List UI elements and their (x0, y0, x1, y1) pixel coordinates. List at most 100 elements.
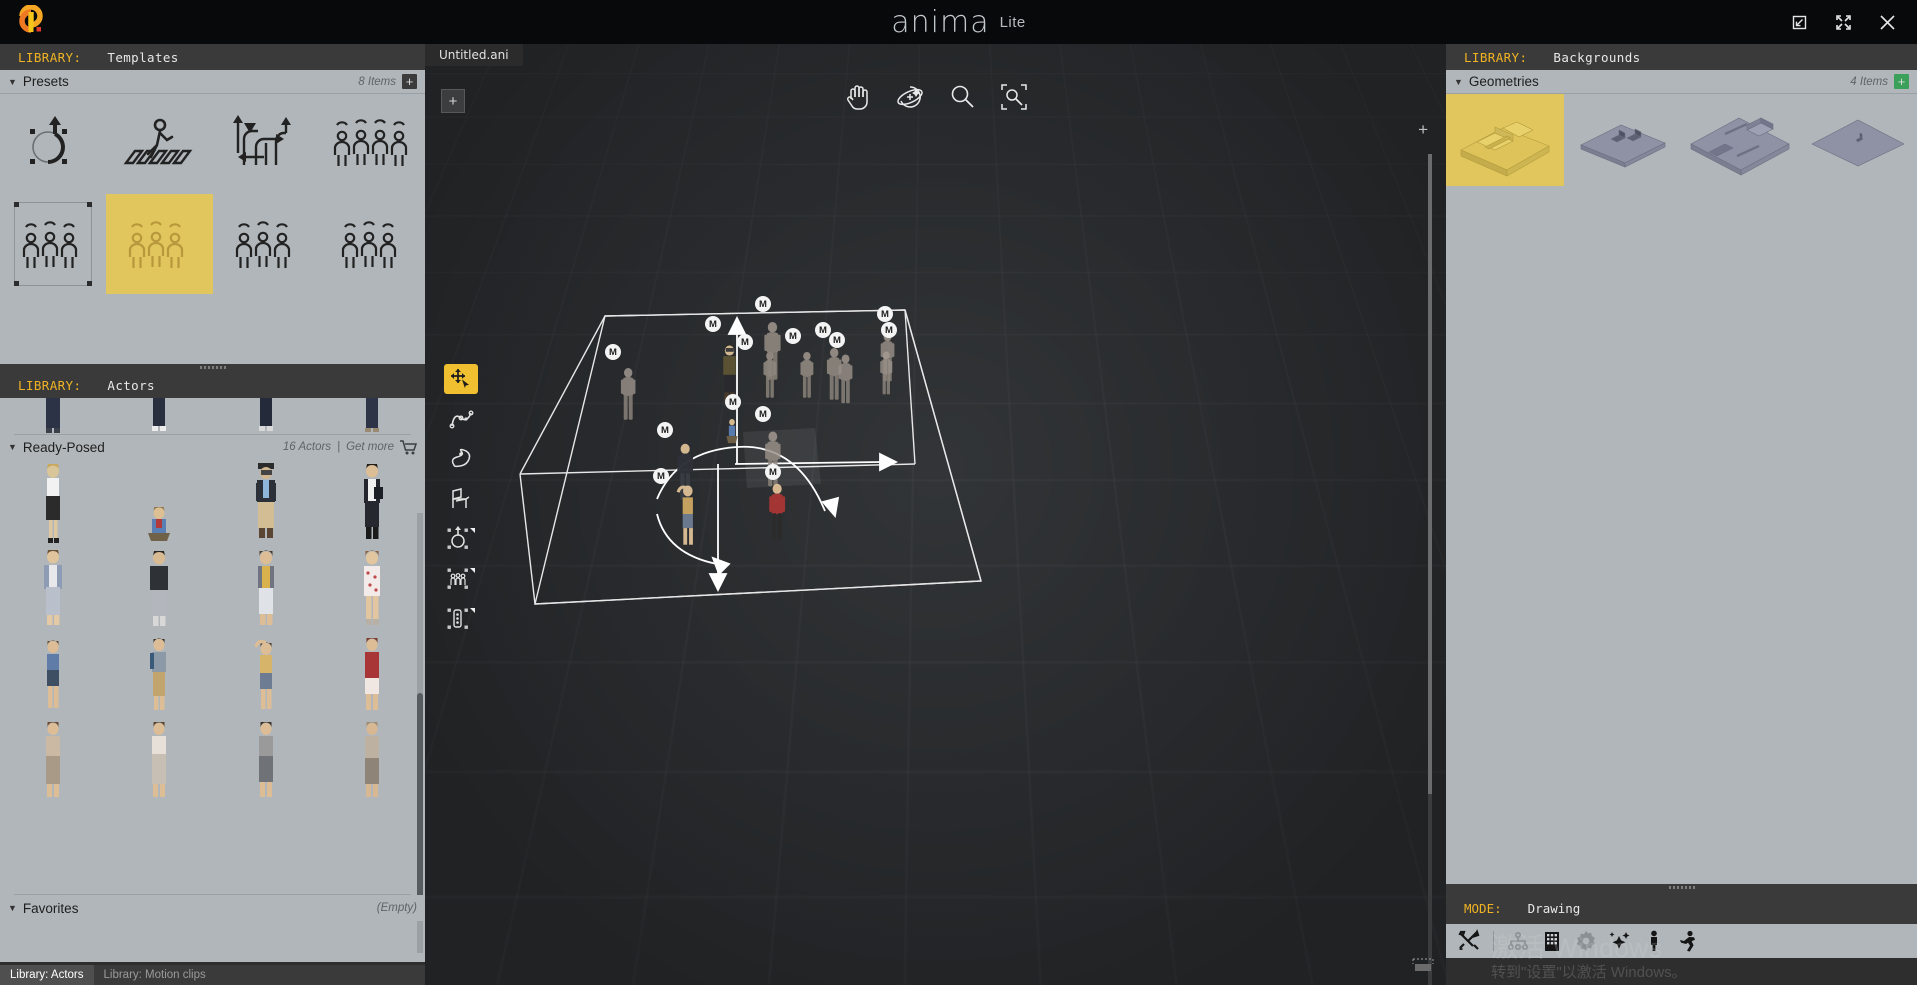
actor-thumb-man-dark-jacket[interactable] (106, 545, 212, 631)
scene-actor-badge[interactable]: M (657, 422, 673, 438)
actor-thumb-woman-red[interactable] (319, 631, 425, 717)
ready-posed-section-header[interactable]: ▼ Ready-Posed 16 Actors | Get more (0, 435, 425, 459)
preset-crowd-selected[interactable] (106, 194, 213, 294)
viewport-add-button[interactable]: + (441, 89, 465, 113)
scene-actor-5[interactable] (797, 344, 817, 406)
actor-thumb-girl-tank[interactable] (0, 631, 106, 717)
geometries-section-header[interactable]: ▼ Geometries 4 Items + (1446, 70, 1917, 94)
scene-actor-badge[interactable]: M (755, 296, 771, 312)
actor-thumb[interactable] (106, 398, 212, 434)
close-button[interactable] (1865, 0, 1909, 44)
actors-scrollbar[interactable] (417, 513, 423, 953)
selection-handle[interactable] (87, 202, 93, 207)
geometry-thumb-2[interactable] (1564, 94, 1682, 186)
actor-thumb-businessman[interactable] (319, 459, 425, 545)
actor-thumb-woman-tan[interactable] (319, 717, 425, 803)
tool-move-select[interactable] (444, 364, 478, 394)
person-standing-icon[interactable] (1639, 927, 1669, 955)
tool-loop-path[interactable] (444, 444, 478, 474)
selection-handle[interactable] (14, 202, 19, 207)
splitter-grip[interactable] (1668, 886, 1695, 889)
actor-thumb[interactable] (0, 398, 106, 434)
scene-actor-14[interactable] (765, 474, 789, 550)
actor-thumb-photographer[interactable] (213, 459, 319, 545)
orbit-tool-icon[interactable] (895, 82, 925, 112)
scene-actor-badge[interactable]: M (815, 322, 831, 338)
scene-actor-badge[interactable]: M (653, 468, 669, 484)
building-icon[interactable] (1537, 927, 1567, 955)
mode-value[interactable]: Drawing (1528, 901, 1581, 916)
actors-scrollbar-thumb[interactable] (417, 693, 423, 903)
templates-library-value[interactable]: Templates (107, 50, 178, 65)
tool-path[interactable] (444, 404, 478, 434)
scene-actor-badge[interactable]: M (877, 306, 893, 322)
favorites-section-header[interactable]: ▼ Favorites (Empty) (0, 895, 425, 921)
actor-thumb-man-blazer[interactable] (0, 545, 106, 631)
person-running-icon[interactable] (1673, 927, 1703, 955)
zoom-fit-tool-icon[interactable] (999, 82, 1029, 112)
geometries-add-button[interactable]: + (1894, 74, 1909, 89)
actor-thumb-woman-long-dress[interactable] (0, 717, 106, 803)
viewport-plus-icon[interactable]: + (1418, 120, 1428, 140)
maximize-button[interactable] (1821, 0, 1865, 44)
scene-actor-badge[interactable]: M (785, 328, 801, 344)
get-more-link[interactable]: Get more (346, 441, 394, 453)
preset-crosswalk[interactable] (106, 94, 212, 194)
scene-actor-7[interactable] (835, 346, 856, 412)
preset-crowd-c[interactable] (213, 194, 319, 294)
geometries-collapse-icon[interactable]: ▼ (1454, 77, 1463, 87)
selection-handle[interactable] (14, 281, 19, 286)
scene-actor-badge[interactable]: M (605, 344, 621, 360)
scene-actor-9[interactable] (877, 344, 896, 402)
scene-actor-badge[interactable]: M (725, 394, 741, 410)
scene-actor-badge[interactable]: M (755, 406, 771, 422)
actor-thumb-woman-casual[interactable] (106, 717, 212, 803)
scene-actor-badge[interactable]: M (881, 322, 897, 338)
tool-rotate-actor[interactable] (444, 524, 478, 554)
viewport-corner-widget[interactable] (1410, 955, 1436, 975)
selection-handle[interactable] (87, 281, 93, 286)
actors-library-value[interactable]: Actors (107, 378, 155, 393)
splitter-grip[interactable] (199, 366, 226, 369)
scene-actor-badge[interactable]: M (705, 316, 721, 332)
tool-traffic-light[interactable] (444, 604, 478, 634)
actor-thumb-woman-stretch[interactable] (213, 631, 319, 717)
zoom-tool-magnifier-icon[interactable] (947, 82, 977, 112)
tool-crowd[interactable] (444, 564, 478, 594)
geometry-thumb-1[interactable] (1446, 94, 1564, 186)
preset-rotate-path[interactable] (0, 94, 106, 194)
scene-actor-12[interactable] (725, 416, 739, 452)
preset-crowd-d[interactable] (319, 194, 425, 294)
presets-collapse-icon[interactable]: ▼ (8, 77, 17, 87)
pan-tool-hand-icon[interactable] (843, 82, 873, 112)
preset-flow-arrows[interactable] (213, 94, 319, 194)
tools-wrench-icon[interactable] (1454, 927, 1484, 955)
presets-section-header[interactable]: ▼ Presets 8 Items + (0, 70, 425, 94)
left-panel-splitter[interactable] (0, 364, 425, 372)
presets-add-button[interactable]: + (402, 74, 417, 89)
minimize-button[interactable] (1777, 0, 1821, 44)
preset-crowd-four[interactable] (319, 94, 425, 194)
backgrounds-library-value[interactable]: Backgrounds (1553, 50, 1640, 65)
status-tab-library-motion-clips[interactable]: Library: Motion clips (94, 965, 216, 985)
file-tab-untitled[interactable]: Untitled.ani (425, 44, 523, 66)
actor-thumb-woman-grey[interactable] (213, 717, 319, 803)
scene-actor-11[interactable] (675, 474, 701, 554)
ready-posed-collapse-icon[interactable]: ▼ (8, 442, 17, 452)
actor-thumb-seated-child[interactable] (106, 459, 212, 545)
status-tab-library-actors[interactable]: Library: Actors (0, 965, 94, 985)
actor-thumb-woman-skirt[interactable] (0, 459, 106, 545)
geometry-thumb-4[interactable] (1799, 94, 1917, 186)
scene-actor-1[interactable] (617, 359, 639, 429)
shopping-cart-icon[interactable] (400, 439, 417, 455)
viewport-3d[interactable]: Untitled.ani + + M M M M M M M M M M M M… (425, 44, 1446, 985)
scene-actor-badge[interactable]: M (737, 334, 753, 350)
favorites-collapse-icon[interactable]: ▼ (8, 903, 17, 913)
sparkle-wand-icon[interactable] (1605, 927, 1635, 955)
geometry-thumb-3[interactable] (1682, 94, 1800, 186)
actor-thumb-woman-yellow[interactable] (213, 545, 319, 631)
actor-thumb-boy-backpack[interactable] (106, 631, 212, 717)
gear-icon[interactable] (1571, 927, 1601, 955)
scene-actor-badge[interactable]: M (829, 332, 845, 348)
actor-thumb[interactable] (213, 398, 319, 434)
